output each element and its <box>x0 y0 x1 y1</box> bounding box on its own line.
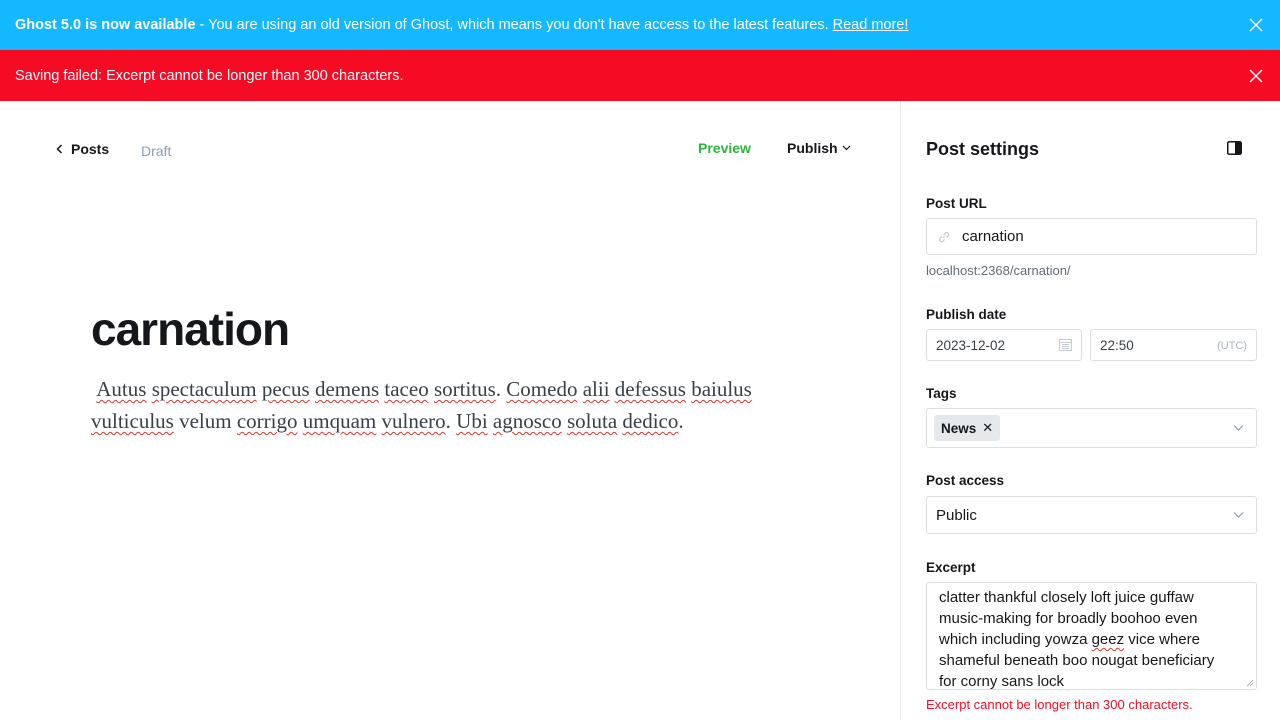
read-more-link[interactable]: Read more! <box>833 17 909 33</box>
body-word: taceo <box>384 377 429 401</box>
post-url-hint: localhost:2368/carnation/ <box>926 263 1071 278</box>
preview-button[interactable]: Preview <box>698 140 751 156</box>
excerpt-line: shameful beneath boo nougat beneficiary <box>939 652 1215 669</box>
tag-chip: News ✕ <box>934 415 1001 441</box>
excerpt-line: clatter thankful closely loft juice guff… <box>939 589 1194 606</box>
chevron-down-icon[interactable] <box>1233 425 1244 432</box>
post-access-select[interactable]: Public <box>926 496 1257 534</box>
upgrade-banner-message: - You are using an old version of Ghost,… <box>195 17 833 33</box>
link-icon <box>939 232 950 243</box>
post-title[interactable]: carnation <box>91 302 290 356</box>
body-word: demens <box>314 377 380 401</box>
body-word: spectaculum <box>151 377 257 401</box>
post-body[interactable]: Autus spectaculum pecus demens taceo sor… <box>91 373 811 437</box>
body-text: . <box>495 377 507 401</box>
excerpt-error-message: Excerpt cannot be longer than 300 charac… <box>926 697 1193 712</box>
body-word: vulnero <box>381 409 446 433</box>
excerpt-misspelled-word: geez <box>1091 631 1125 648</box>
excerpt-line: which including yowza geez vice where <box>939 629 1214 650</box>
excerpt-label: Excerpt <box>926 560 976 575</box>
excerpt-text-part: vice where <box>1124 631 1200 648</box>
excerpt-line: music-making for broadly boohoo even <box>939 610 1198 627</box>
publish-date-value: 2023-12-02 <box>936 337 1006 353</box>
tags-label: Tags <box>926 386 957 401</box>
body-word: baiulus <box>691 377 752 401</box>
excerpt-text-part: which including yowza <box>939 631 1092 648</box>
publish-time-input[interactable]: 22:50 (UTC) <box>1090 329 1257 361</box>
upgrade-banner-text: Ghost 5.0 is now available - You are usi… <box>15 17 908 33</box>
body-word: agnosco <box>492 409 562 433</box>
sidebar-title: Post settings <box>926 139 1040 159</box>
body-word: corrigo <box>236 409 298 433</box>
back-label: Posts <box>71 141 110 157</box>
back-to-posts-link[interactable]: Posts <box>56 141 109 157</box>
post-status: Draft <box>141 143 172 159</box>
close-icon[interactable] <box>1249 18 1263 32</box>
body-word: pecus <box>261 377 310 401</box>
error-banner: Saving failed: Excerpt cannot be longer … <box>0 50 1280 101</box>
excerpt-line: for corny sans lock <box>939 673 1065 690</box>
timezone-label: (UTC) <box>1217 340 1247 352</box>
body-word: umquam <box>302 409 377 433</box>
publish-date-input[interactable]: 2023-12-02 <box>926 329 1082 361</box>
tags-input[interactable]: News ✕ <box>926 408 1257 448</box>
body-word: Ubi <box>456 409 488 433</box>
post-url-label: Post URL <box>926 196 987 211</box>
resize-handle-icon[interactable] <box>1246 679 1254 687</box>
post-url-value: carnation <box>962 228 1024 245</box>
excerpt-textarea[interactable]: clatter thankful closely loft juice guff… <box>926 582 1257 690</box>
post-url-input[interactable]: carnation <box>926 218 1257 255</box>
body-word: alii <box>582 377 610 401</box>
post-access-value: Public <box>936 506 977 524</box>
remove-tag-icon[interactable]: ✕ <box>982 420 993 436</box>
publish-time-value: 22:50 <box>1100 337 1134 353</box>
publish-label: Publish <box>787 140 838 156</box>
body-word: defessus <box>614 377 686 401</box>
body-text: . <box>445 409 457 433</box>
body-word: vulticulus <box>91 409 174 433</box>
error-banner-text: Saving failed: Excerpt cannot be longer … <box>15 67 404 84</box>
close-icon[interactable] <box>1249 69 1263 83</box>
chevron-down-icon <box>1233 512 1244 518</box>
tag-label: News <box>941 420 977 436</box>
body-word: sortitus <box>433 377 496 401</box>
chevron-down-icon <box>842 145 850 151</box>
post-settings-sidebar: Post settings Post URL carnation localho… <box>900 101 1280 720</box>
calendar-icon[interactable] <box>1059 338 1072 351</box>
upgrade-banner-heading: Ghost 5.0 is now available <box>15 17 196 33</box>
body-text: . <box>678 409 684 433</box>
excerpt-text: clatter thankful closely loft juice guff… <box>939 587 1215 690</box>
body-word: dedico <box>622 409 679 433</box>
sidebar-toggle-icon[interactable] <box>1227 141 1242 155</box>
body-word: Comedo <box>506 377 578 401</box>
post-access-label: Post access <box>926 473 1005 488</box>
body-text: velum <box>173 409 237 433</box>
upgrade-banner: Ghost 5.0 is now available - You are usi… <box>0 0 1280 50</box>
body-word: soluta <box>566 409 618 433</box>
publish-date-label: Publish date <box>926 307 1007 322</box>
publish-button[interactable]: Publish <box>787 140 851 156</box>
chevron-left-icon <box>56 144 63 154</box>
body-word: Autus <box>96 377 147 401</box>
